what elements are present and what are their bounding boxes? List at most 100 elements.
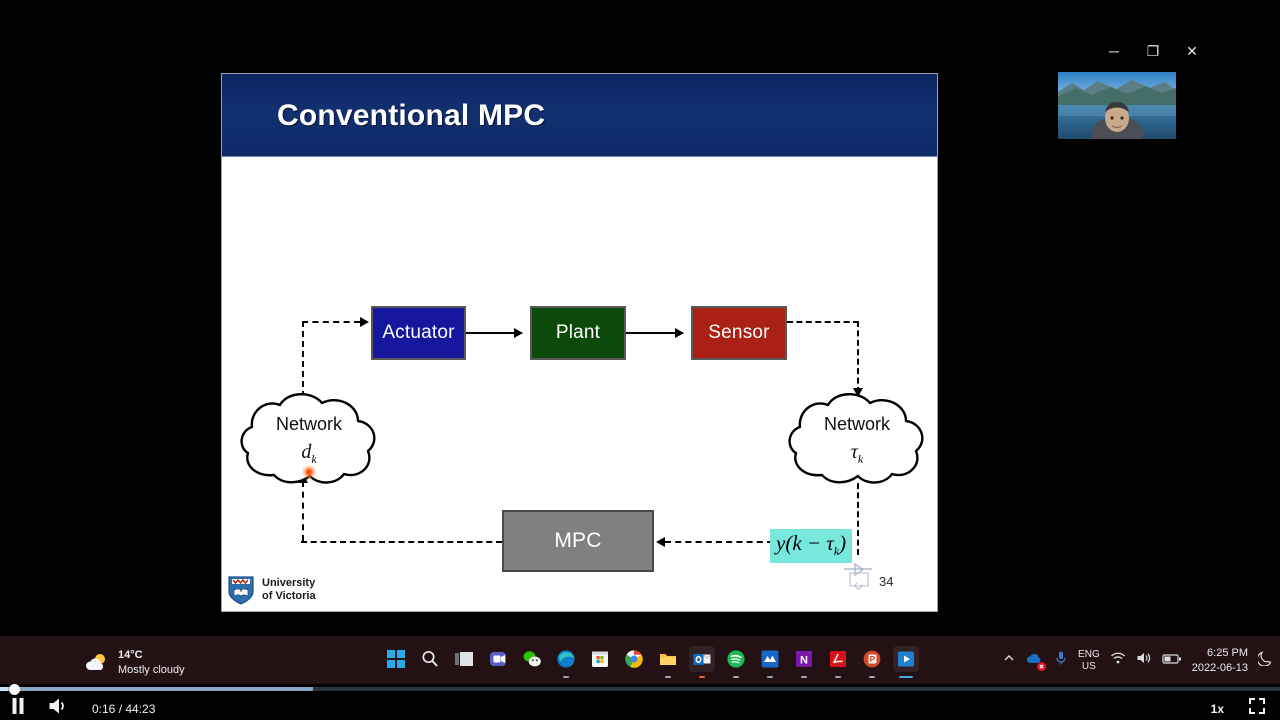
wechat-icon[interactable] — [519, 646, 545, 672]
volume-button[interactable] — [48, 697, 70, 720]
chrome-icon[interactable] — [621, 646, 647, 672]
fullscreen-button[interactable] — [1248, 697, 1266, 720]
file-explorer-icon[interactable] — [655, 646, 681, 678]
battery-charging-icon — [1162, 654, 1181, 664]
dashed-line-left-up-upper — [302, 321, 304, 397]
logo-line-1: University — [262, 576, 316, 589]
weather-temperature: 14°C — [118, 649, 143, 661]
running-indicator — [665, 676, 671, 678]
system-tray: ENG US 6:25 PM 2022-06-13 — [1002, 646, 1272, 676]
diagram-box-mpc[interactable]: MPC — [502, 510, 654, 572]
box-label-sensor: Sensor — [708, 322, 770, 343]
language-line-2: US — [1081, 660, 1096, 672]
dashed-line-right-down-lower — [857, 483, 859, 555]
presentation-slide: Conventional MPC Actuator Plant Sensor N… — [221, 73, 938, 612]
weather-text: 14°C Mostly cloudy — [118, 648, 185, 678]
diagram-box-plant[interactable]: Plant — [530, 306, 626, 360]
video-surface[interactable]: ─ ❐ ✕ Conventional MPC Actuator Plant Se… — [0, 0, 1280, 636]
fullscreen-icon — [1249, 698, 1265, 714]
pause-button[interactable] — [10, 697, 26, 720]
teams-icon[interactable] — [485, 646, 511, 672]
edge-logo-icon — [557, 650, 575, 668]
progress-buffered — [0, 687, 313, 691]
progress-bar-track[interactable] — [0, 684, 1280, 695]
battery-icon[interactable] — [1162, 652, 1182, 670]
taskbar-app-icons: N P — [383, 646, 919, 678]
video-player-controls: 0:16 / 44:23 1x — [0, 684, 1280, 720]
clock-time: 6:25 PM — [1207, 647, 1248, 659]
powerpoint-icon[interactable]: P — [859, 646, 885, 678]
maximize-icon[interactable]: ❐ — [1143, 41, 1163, 61]
diagram-box-sensor[interactable]: Sensor — [691, 306, 787, 360]
spotify-logo-icon — [727, 650, 745, 668]
dashed-line-right-down-upper — [857, 321, 859, 393]
svg-text:P: P — [870, 654, 876, 664]
error-badge-icon — [1037, 662, 1047, 672]
outlook-logo-icon — [693, 654, 711, 665]
spotify-icon[interactable] — [723, 646, 749, 678]
speaker-icon — [1137, 653, 1150, 664]
cloud-network-right[interactable]: Network τk — [784, 389, 930, 493]
progress-scrubber-handle[interactable] — [9, 684, 20, 695]
arrowhead-into-actuator — [360, 317, 369, 327]
slide-header-bar: Conventional MPC — [222, 74, 937, 157]
store-icon[interactable] — [587, 646, 613, 672]
arrow-actuator-to-plant — [466, 328, 523, 338]
circuit-schematic-icon — [844, 562, 872, 590]
diagram-box-actuator[interactable]: Actuator — [371, 306, 466, 360]
box-label-actuator: Actuator — [382, 322, 455, 343]
acrobat-icon[interactable] — [825, 646, 851, 678]
running-indicator — [801, 676, 807, 678]
teams-logo-icon — [490, 652, 506, 666]
partly-cloudy-icon — [85, 653, 105, 670]
outlook-icon[interactable] — [689, 646, 715, 678]
university-logo: University of Victoria — [227, 575, 316, 605]
magnifier-icon — [422, 650, 438, 667]
cloud-network-left[interactable]: Network dk — [236, 389, 382, 493]
cloud-symbol-left: dk — [301, 441, 317, 466]
tray-expand-icon[interactable] — [1002, 651, 1016, 670]
cloud-symbol-right: τk — [850, 441, 864, 466]
svg-text:N: N — [800, 655, 808, 667]
language-indicator[interactable]: ENG US — [1078, 649, 1100, 672]
moon-do-not-disturb-icon — [1256, 651, 1272, 667]
taskbar-clock[interactable]: 6:25 PM 2022-06-13 — [1192, 646, 1248, 676]
webcam-thumbnail[interactable] — [1058, 72, 1176, 139]
start-button[interactable] — [383, 646, 409, 672]
atom-icon[interactable] — [757, 646, 783, 678]
screen: ─ ❐ ✕ Conventional MPC Actuator Plant Se… — [0, 0, 1280, 720]
webcam-image — [1058, 72, 1176, 139]
slide-page-number: 34 — [879, 574, 894, 589]
window-controls: ─ ❐ ✕ — [1104, 41, 1202, 61]
close-icon[interactable]: ✕ — [1182, 41, 1202, 61]
network-icon — [1110, 652, 1125, 664]
weather-condition: Mostly cloudy — [118, 663, 185, 676]
onenote-icon[interactable]: N — [791, 646, 817, 678]
running-indicator — [899, 676, 913, 678]
volume-icon[interactable] — [1136, 651, 1152, 670]
language-line-1: ENG — [1078, 649, 1100, 661]
progress-played — [0, 687, 8, 691]
dashed-line-left-to-actuator — [302, 321, 360, 323]
running-indicator — [733, 676, 739, 678]
box-label-mpc: MPC — [554, 529, 602, 552]
arrow-plant-to-sensor — [626, 328, 684, 338]
player-left-controls: 0:16 / 44:23 — [10, 697, 155, 720]
search-icon[interactable] — [417, 646, 443, 672]
task-view-icon[interactable] — [451, 646, 477, 672]
notifications-icon[interactable] — [1256, 650, 1272, 671]
edge-icon[interactable] — [553, 646, 579, 678]
powerpoint-logo-icon: P — [863, 650, 881, 668]
onedrive-icon[interactable] — [1026, 651, 1047, 672]
laser-pointer-dot — [302, 465, 316, 479]
slide-content: Actuator Plant Sensor Network dk Network… — [222, 157, 937, 613]
wifi-icon[interactable] — [1110, 651, 1126, 670]
chrome-logo-icon — [625, 650, 643, 668]
windows-logo-icon — [387, 650, 405, 668]
microphone-icon[interactable] — [1054, 650, 1068, 671]
minimize-icon[interactable]: ─ — [1104, 41, 1124, 61]
weather-widget[interactable]: 14°C Mostly cloudy — [84, 648, 185, 678]
app-logo-icon — [761, 650, 779, 668]
playback-speed-button[interactable]: 1x — [1211, 702, 1224, 716]
media-player-icon[interactable] — [893, 646, 919, 678]
